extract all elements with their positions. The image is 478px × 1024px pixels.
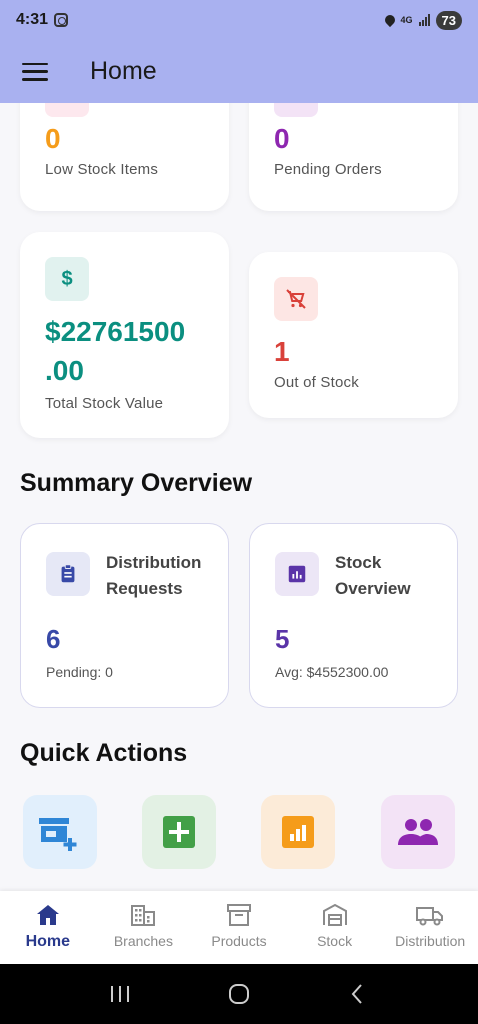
quick-actions-heading: Quick Actions — [20, 739, 188, 767]
pending-orders-label: Pending Orders — [274, 161, 382, 178]
total-stock-value-label: Total Stock Value — [45, 395, 164, 412]
stock-average-text: Avg: $4552300.00 — [275, 664, 389, 680]
status-time: 4:31 — [16, 11, 49, 28]
pending-orders-value: 0 — [274, 123, 290, 154]
low-stock-value: 0 — [45, 123, 61, 154]
out-of-stock-label: Out of Stock — [274, 374, 359, 391]
add-product-button[interactable] — [142, 795, 216, 869]
dashboard-content[interactable]: 0 Low Stock Items 0 Pending Orders $ $22… — [0, 103, 478, 891]
total-stock-value-line2: .00 — [45, 355, 84, 386]
low-stock-card[interactable]: 0 Low Stock Items — [20, 103, 229, 211]
status-bar: 4:31 4G 73 — [0, 0, 478, 40]
menu-icon[interactable] — [22, 62, 48, 81]
remove-shopping-cart-icon — [274, 277, 318, 321]
pending-orders-card[interactable]: 0 Pending Orders — [249, 103, 458, 211]
add-product-icon — [163, 816, 195, 848]
nav-stock[interactable]: Stock — [287, 891, 383, 964]
dollar-icon: $ — [45, 257, 89, 301]
recent-apps-icon[interactable] — [108, 984, 132, 1004]
battery-level: 73 — [435, 10, 462, 30]
network-type: 4G — [400, 15, 413, 25]
instagram-icon — [54, 13, 69, 27]
signal-icon — [418, 14, 430, 26]
warehouse-icon — [322, 903, 347, 926]
nav-home[interactable]: Home — [0, 891, 96, 964]
nav-stock-label: Stock — [317, 933, 353, 949]
archive-icon — [226, 904, 251, 926]
stock-overview-title: Stock Overview — [335, 553, 411, 598]
distribution-requests-title: Distribution Requests — [106, 553, 202, 598]
nav-home-label: Home — [25, 933, 71, 950]
add-store-button[interactable] — [23, 795, 97, 869]
users-icon — [398, 819, 438, 845]
report-icon — [282, 816, 314, 848]
stock-overview-value: 5 — [275, 624, 290, 654]
stock-overview-card[interactable]: Stock Overview 5 Avg: $4552300.00 — [249, 523, 458, 708]
low-stock-icon — [45, 103, 89, 117]
back-icon[interactable] — [346, 982, 370, 1006]
manage-users-button[interactable] — [381, 795, 455, 869]
location-icon — [382, 12, 397, 28]
nav-branches[interactable]: Branches — [96, 891, 192, 964]
nav-distribution[interactable]: Distribution — [382, 891, 478, 964]
stock-report-button[interactable] — [261, 795, 335, 869]
system-navigation-bar — [0, 964, 478, 1024]
truck-icon — [416, 907, 444, 926]
low-stock-label: Low Stock Items — [45, 161, 159, 178]
home-button-icon[interactable] — [227, 982, 251, 1006]
nav-products-label: Products — [211, 933, 267, 949]
add-store-icon — [39, 818, 77, 851]
total-stock-value-card[interactable]: $ $22761500 .00 Total Stock Value — [20, 232, 229, 438]
clipboard-icon — [46, 552, 90, 596]
nav-branches-label: Branches — [113, 933, 173, 949]
total-stock-value-line1: $22761500 — [45, 316, 186, 347]
distribution-pending-text: Pending: 0 — [46, 664, 113, 680]
bottom-navigation: Home Branches Products Stock Distributio… — [0, 891, 478, 964]
app-bar: Home — [0, 40, 478, 103]
building-icon — [131, 905, 156, 926]
nav-distribution-label: Distribution — [395, 933, 466, 949]
summary-overview-heading: Summary Overview — [20, 469, 253, 497]
home-icon — [36, 905, 59, 925]
nav-products[interactable]: Products — [191, 891, 287, 964]
pending-orders-icon — [274, 103, 318, 117]
out-of-stock-value: 1 — [274, 336, 290, 367]
page-title: Home — [90, 57, 157, 85]
distribution-requests-card[interactable]: Distribution Requests 6 Pending: 0 — [20, 523, 229, 708]
distribution-requests-value: 6 — [46, 624, 61, 654]
analytics-icon — [275, 552, 319, 596]
out-of-stock-card[interactable]: 1 Out of Stock — [249, 252, 458, 418]
